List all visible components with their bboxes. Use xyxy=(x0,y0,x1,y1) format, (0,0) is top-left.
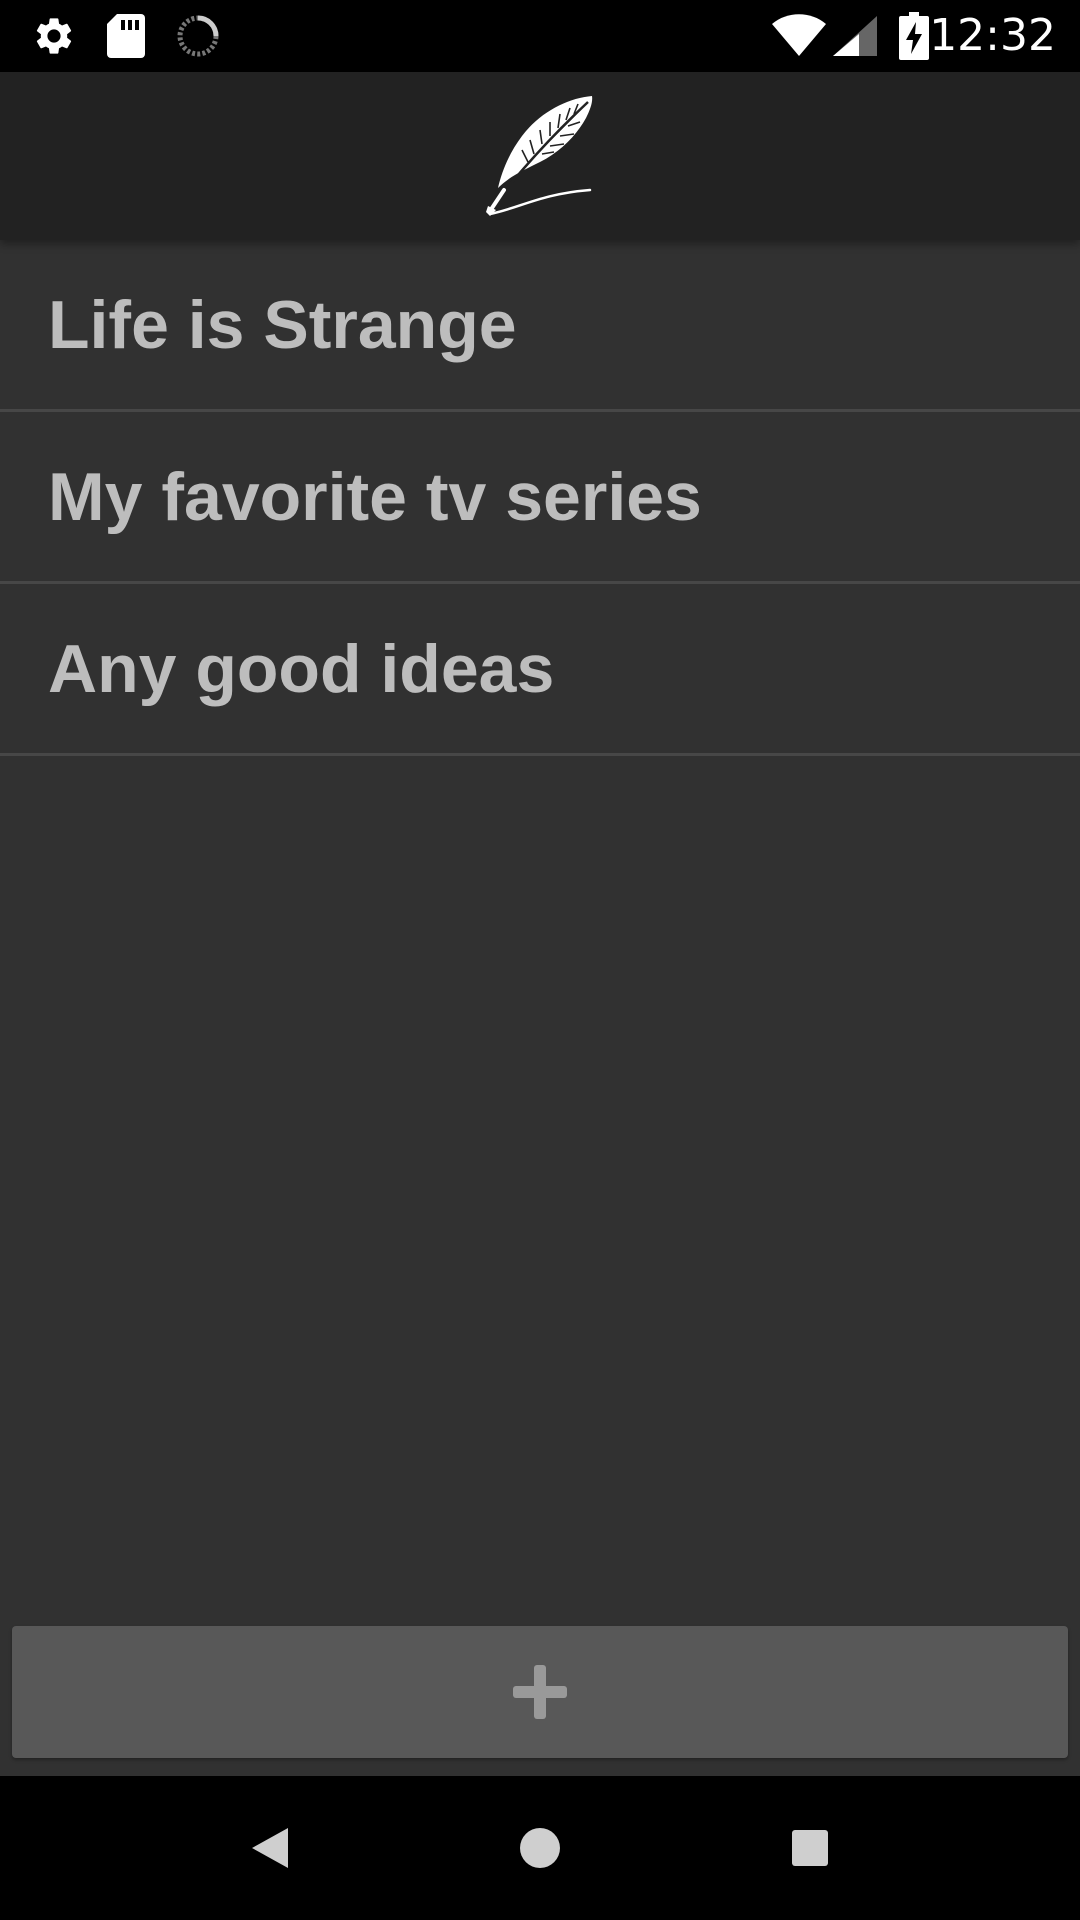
status-bar: 12:32 xyxy=(0,0,1080,72)
status-time: 12:32 xyxy=(929,10,1056,61)
note-title: My favorite tv series xyxy=(48,458,702,535)
cellular-signal-icon xyxy=(832,0,878,72)
settings-icon xyxy=(30,0,78,72)
sync-progress-icon xyxy=(174,0,222,72)
screen: 12:32 Life is Strange My favorite tv ser… xyxy=(0,0,1080,1920)
note-list: Life is Strange My favorite tv series An… xyxy=(0,240,1080,756)
home-button[interactable] xyxy=(480,1776,600,1920)
feather-quill-icon xyxy=(480,90,600,223)
back-button[interactable] xyxy=(210,1776,330,1920)
list-item[interactable]: Life is Strange xyxy=(0,240,1080,412)
battery-charging-icon xyxy=(896,0,932,72)
note-title: Life is Strange xyxy=(48,286,517,363)
navigation-bar xyxy=(0,1776,1080,1920)
home-icon xyxy=(520,1828,560,1868)
note-title: Any good ideas xyxy=(48,630,555,707)
app-bar xyxy=(0,72,1080,240)
add-note-button[interactable] xyxy=(12,1626,1068,1758)
list-item[interactable]: My favorite tv series xyxy=(0,412,1080,584)
list-item[interactable]: Any good ideas xyxy=(0,584,1080,756)
sd-card-icon xyxy=(104,0,148,72)
recents-icon xyxy=(792,1830,828,1866)
back-icon xyxy=(252,1828,288,1868)
recents-button[interactable] xyxy=(750,1776,870,1920)
plus-icon xyxy=(513,1665,567,1719)
wifi-icon xyxy=(772,0,826,72)
